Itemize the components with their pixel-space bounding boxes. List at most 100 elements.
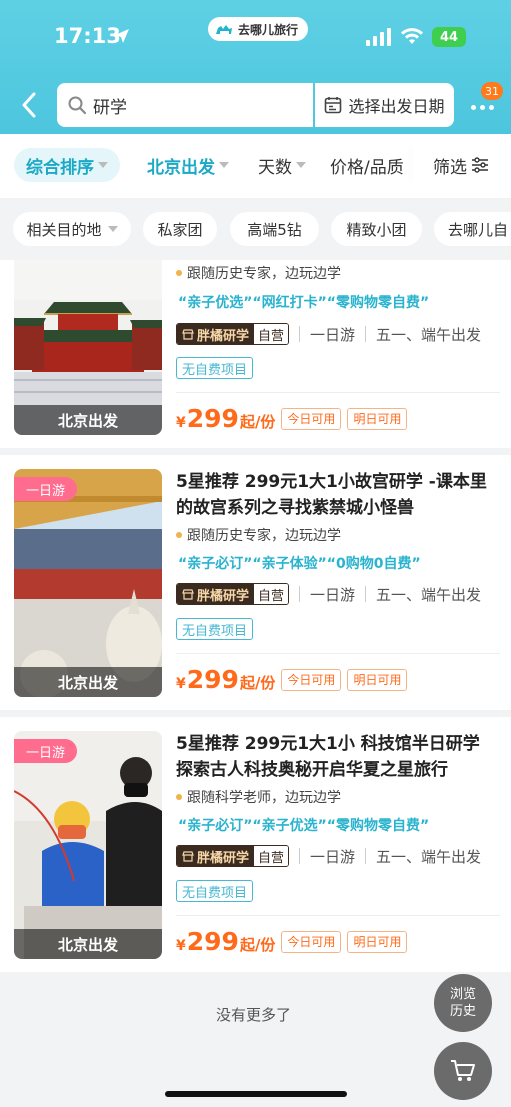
no-self-pay-badge: 无自费项目 bbox=[176, 880, 254, 902]
sort-comprehensive-label: 综合排序 bbox=[26, 157, 94, 178]
sort-price-quality-label: 价格/品质 bbox=[330, 157, 404, 178]
vendor-badge[interactable]: 胖橘研学 自营 bbox=[176, 323, 290, 345]
home-indicator bbox=[165, 1091, 347, 1097]
select-date-button[interactable]: 选择出发日期 bbox=[315, 83, 454, 127]
sort-departure-label: 北京出发 bbox=[147, 157, 215, 178]
period-text: 五一、端午出发 bbox=[376, 585, 482, 604]
currency-symbol: ¥ bbox=[176, 415, 186, 431]
bullet-dot bbox=[176, 794, 182, 800]
subtitle-text: 跟随历史专家，边玩边学 bbox=[187, 528, 341, 544]
period-text: 五一、端午出发 bbox=[376, 325, 482, 344]
currency-symbol: ¥ bbox=[176, 938, 186, 954]
chip-label: 高端5钻 bbox=[247, 220, 302, 239]
price-row: ¥ 299 起/份 今日可用 明日可用 bbox=[176, 665, 408, 694]
browse-history-button[interactable]: 浏览 历史 bbox=[434, 974, 492, 1032]
divider bbox=[176, 653, 500, 654]
price-row: ¥ 299 起/份 今日可用 明日可用 bbox=[176, 927, 408, 956]
header: 17:13 去哪儿旅行 44 研学 选择出发日期 31 bbox=[0, 0, 511, 134]
science-museum-photo bbox=[14, 731, 162, 959]
product-image: 一日游 北京出发 bbox=[14, 469, 162, 697]
search-value: 研学 bbox=[93, 97, 127, 118]
one-day-tag: 一日游 bbox=[14, 477, 78, 501]
price-value: 299 bbox=[186, 665, 239, 694]
divider bbox=[176, 392, 500, 393]
sort-comprehensive[interactable]: 综合排序 bbox=[14, 148, 120, 182]
product-card[interactable]: 北京出发 跟随历史专家，边玩边学 “亲子优选”“网红打卡”“零购物零自费” 胖橘… bbox=[0, 260, 511, 448]
divider bbox=[299, 848, 301, 864]
available-tomorrow-badge: 明日可用 bbox=[347, 930, 408, 953]
filter-label: 筛选 bbox=[433, 157, 467, 178]
product-subtitle: 跟随历史专家，边玩边学 bbox=[176, 525, 341, 545]
vendor-badge[interactable]: 胖橘研学 自营 bbox=[176, 845, 290, 867]
filter-icon bbox=[472, 157, 488, 173]
price-unit: 起/份 bbox=[239, 936, 276, 954]
back-button[interactable] bbox=[16, 88, 42, 122]
camel-logo-icon bbox=[216, 25, 232, 34]
chip-related-destination[interactable]: 相关目的地 bbox=[13, 212, 131, 246]
app-pill-label: 去哪儿旅行 bbox=[238, 22, 299, 37]
app-pill[interactable]: 去哪儿旅行 bbox=[208, 17, 309, 41]
product-slogan: “亲子优选”“网红打卡”“零购物零自费” bbox=[178, 295, 430, 311]
currency-symbol: ¥ bbox=[176, 676, 186, 692]
price-unit: 起/份 bbox=[239, 674, 276, 692]
self-operated-label: 自营 bbox=[254, 324, 289, 344]
no-more-text: 没有更多了 bbox=[216, 1006, 292, 1024]
sort-departure[interactable]: 北京出发 bbox=[147, 148, 229, 182]
chip-private-group[interactable]: 私家团 bbox=[143, 212, 217, 246]
vendor-row: 胖橘研学 自营 一日游 五一、端午出发 bbox=[176, 844, 481, 868]
product-slogan: “亲子必订”“亲子优选”“零购物零自费” bbox=[178, 818, 430, 834]
chip-label: 去哪儿自 bbox=[448, 220, 509, 239]
forbidden-city-photo bbox=[14, 469, 162, 697]
sort-price-quality[interactable]: 价格/品质 bbox=[330, 148, 404, 182]
history-label-2: 历史 bbox=[449, 1004, 476, 1019]
product-slogan: “亲子必订”“亲子体验”“0购物0自费” bbox=[178, 556, 421, 572]
more-icon-dot bbox=[479, 104, 485, 110]
sort-days[interactable]: 天数 bbox=[258, 148, 306, 182]
vendor-name: 胖橘研学 bbox=[177, 846, 255, 866]
self-operated-label: 自营 bbox=[254, 846, 289, 866]
vendor-name-text: 胖橘研学 bbox=[197, 850, 250, 866]
one-day-tag: 一日游 bbox=[14, 739, 78, 763]
history-label-1: 浏览 bbox=[449, 987, 476, 1002]
duration-text: 一日游 bbox=[310, 847, 356, 866]
product-image: 一日游 北京出发 bbox=[14, 731, 162, 959]
product-title[interactable]: 5星推荐 299元1大1小故宫研学 -课本里的故宫系列之寻找紫禁城小怪兽 bbox=[176, 469, 502, 521]
product-card[interactable]: 一日游 北京出发 5星推荐 299元1大1小故宫研学 -课本里的故宫系列之寻找紫… bbox=[0, 455, 511, 710]
chevron-down-icon bbox=[98, 162, 108, 168]
product-card[interactable]: 一日游 北京出发 5星推荐 299元1大1小 科技馆半日研学 探索古人科技奥秘开… bbox=[0, 717, 511, 972]
vendor-row: 胖橘研学 自营 一日游 五一、端午出发 bbox=[176, 322, 481, 346]
shop-icon bbox=[182, 850, 194, 862]
search-input[interactable]: 研学 bbox=[57, 83, 313, 127]
available-today-badge: 今日可用 bbox=[281, 407, 342, 430]
bullet-dot bbox=[176, 532, 182, 538]
divider bbox=[176, 915, 500, 916]
chip-qunar[interactable]: 去哪儿自 bbox=[434, 212, 511, 246]
chip-premium-5-diamond[interactable]: 高端5钻 bbox=[230, 212, 319, 246]
product-title[interactable]: 5星推荐 299元1大1小 科技馆半日研学 探索古人科技奥秘开启华夏之星旅行 bbox=[176, 731, 502, 783]
chip-small-group[interactable]: 精致小团 bbox=[331, 212, 422, 246]
available-today-badge: 今日可用 bbox=[281, 668, 342, 691]
bullet-dot bbox=[176, 270, 182, 276]
product-image: 北京出发 bbox=[14, 260, 162, 435]
cart-icon bbox=[451, 1060, 475, 1081]
back-icon bbox=[22, 92, 36, 118]
price-value: 299 bbox=[186, 927, 239, 956]
chevron-down-icon bbox=[296, 162, 306, 168]
departure-label: 北京出发 bbox=[14, 667, 162, 697]
price-row: ¥ 299 起/份 今日可用 明日可用 bbox=[176, 404, 408, 433]
vendor-badge[interactable]: 胖橘研学 自营 bbox=[176, 583, 290, 605]
signal-icon bbox=[366, 28, 391, 46]
chevron-down-icon bbox=[219, 162, 229, 168]
cart-button[interactable] bbox=[434, 1042, 492, 1100]
wifi-icon bbox=[401, 28, 423, 44]
chip-label: 私家团 bbox=[157, 220, 203, 239]
available-today-badge: 今日可用 bbox=[281, 930, 342, 953]
available-tomorrow-badge: 明日可用 bbox=[347, 407, 408, 430]
vendor-name: 胖橘研学 bbox=[177, 324, 255, 344]
subtitle-text: 跟随科学老师，边玩边学 bbox=[187, 790, 341, 806]
vendor-name: 胖橘研学 bbox=[177, 584, 255, 604]
status-time: 17:13 bbox=[54, 24, 121, 48]
duration-text: 一日游 bbox=[310, 325, 356, 344]
period-text: 五一、端午出发 bbox=[376, 847, 482, 866]
filter-button[interactable]: 筛选 bbox=[433, 148, 489, 182]
